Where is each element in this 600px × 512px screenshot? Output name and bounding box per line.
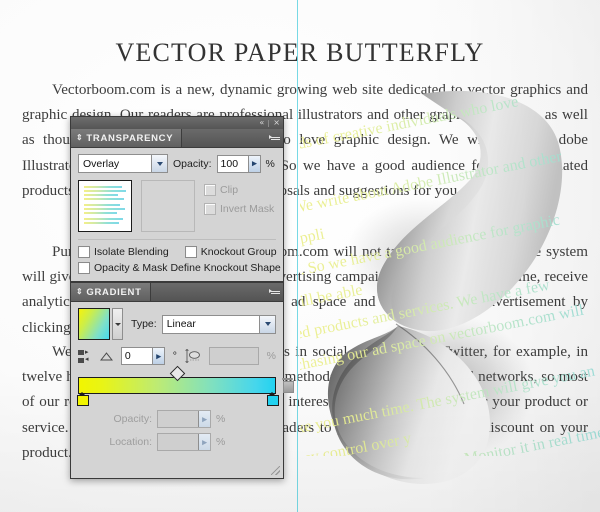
gradient-angle-input[interactable]: ▸ xyxy=(120,347,165,365)
chevron-down-icon[interactable] xyxy=(151,155,167,172)
knockout-group-checkbox[interactable]: Knockout Group xyxy=(184,246,277,258)
gradient-opacity-input[interactable]: ▸ xyxy=(157,410,211,428)
titlebar-divider xyxy=(268,119,270,127)
gradient-location-unit: % xyxy=(216,436,226,448)
gradient-stop-start[interactable] xyxy=(77,392,89,406)
butterfly-artwork xyxy=(292,88,600,488)
tab-gradient[interactable]: ⇕ GRADIENT xyxy=(71,283,151,301)
panel-stack: « × ⇕ TRANSPARENCY Overlay Opacity: 100 … xyxy=(70,116,294,479)
blend-opacity-row: Overlay Opacity: ▸ % xyxy=(78,154,276,173)
isolate-blending-checkbox[interactable]: Isolate Blending xyxy=(78,246,169,258)
resize-grip[interactable] xyxy=(271,466,280,475)
clip-checkbox[interactable]: Clip xyxy=(204,184,274,196)
tab-transparency-label: TRANSPARENCY xyxy=(86,132,174,144)
blend-mode-select[interactable]: Overlay xyxy=(78,154,168,173)
invert-mask-checkbox[interactable]: Invert Mask xyxy=(204,203,274,215)
invert-mask-label: Invert Mask xyxy=(220,203,275,215)
transparency-panel: ⇕ TRANSPARENCY Overlay Opacity: ▸ % xyxy=(70,129,284,282)
gradient-opacity-label: Opacity: xyxy=(113,413,152,425)
close-icon[interactable]: × xyxy=(273,119,280,127)
gradient-location-label: Location: xyxy=(109,436,152,448)
gradient-location-input[interactable]: ▸ xyxy=(157,433,211,451)
transparency-panel-menu-button[interactable] xyxy=(265,129,283,147)
gradient-swatch[interactable] xyxy=(78,308,110,340)
gradient-presets-chevron-icon[interactable] xyxy=(112,308,123,340)
collapse-panels-icon[interactable]: « xyxy=(259,119,264,127)
opacity-input[interactable]: ▸ xyxy=(216,154,261,173)
angle-icon xyxy=(99,351,113,360)
panel-menu-icon xyxy=(268,134,280,142)
opacity-mask-knockout-label: Opacity & Mask Define Knockout Shape xyxy=(94,262,281,274)
gradient-aspect-input[interactable] xyxy=(208,347,259,365)
knockout-group-label: Knockout Group xyxy=(200,246,277,258)
opacity-mask-knockout-checkbox-box[interactable] xyxy=(78,262,90,274)
gradient-opacity-row: Opacity: ▸ % xyxy=(78,410,276,428)
panel-expand-icon[interactable]: ⇕ xyxy=(76,288,83,296)
transparency-tab-row: ⇕ TRANSPARENCY xyxy=(71,129,283,148)
gradient-type-select[interactable]: Linear xyxy=(161,314,276,334)
opacity-mask-knockout-checkbox[interactable]: Opacity & Mask Define Knockout Shape xyxy=(78,262,281,274)
gradient-location-row: Location: ▸ % xyxy=(78,433,276,451)
isolate-blending-label: Isolate Blending xyxy=(94,246,169,258)
gradient-panel: ⇕ GRADIENT Type: Linear ▸ ◂ 0 ▸ ° % Opac… xyxy=(70,282,294,479)
panel-expand-icon[interactable]: ⇕ xyxy=(76,134,83,142)
opacity-stepper-icon[interactable]: ▸ xyxy=(248,155,260,172)
aspect-ratio-icon xyxy=(185,349,200,363)
gradient-angle-row: ▸ ◂ ▸ ° % xyxy=(78,347,276,365)
thumbnail-row: Clip Invert Mask xyxy=(78,180,276,240)
gradient-type-label: Type: xyxy=(131,318,157,330)
clip-checkbox-box[interactable] xyxy=(204,184,216,196)
object-thumbnail[interactable] xyxy=(78,180,132,232)
gradient-panel-body: Type: Linear ▸ ◂ ▸ xyxy=(71,302,294,478)
gradient-opacity-value[interactable] xyxy=(158,411,198,427)
mask-options: Clip Invert Mask xyxy=(204,180,274,215)
angle-stepper-icon[interactable]: ▸ xyxy=(152,348,164,364)
transparency-panel-body: Overlay Opacity: ▸ % xyxy=(71,148,283,281)
panel-menu-icon xyxy=(268,288,280,296)
opacity-unit: % xyxy=(265,157,275,170)
mask-thumbnail-slot[interactable] xyxy=(141,180,195,232)
opacity-label: Opacity: xyxy=(173,157,212,170)
panel-stack-titlebar[interactable]: « × xyxy=(70,116,284,129)
thumbnail-content xyxy=(79,181,131,231)
transparency-tab-filler xyxy=(182,129,265,147)
gradient-stop-end[interactable] xyxy=(267,392,279,406)
gradient-tab-row: ⇕ GRADIENT xyxy=(71,283,283,302)
aspect-unit: % xyxy=(266,350,276,362)
trash-icon[interactable] xyxy=(282,378,294,393)
angle-unit: ° xyxy=(172,350,177,362)
knockout-group-checkbox-box[interactable] xyxy=(184,246,197,258)
gradient-location-value[interactable] xyxy=(158,434,198,450)
butterfly-wing-svg xyxy=(327,90,563,484)
knockout-shape-row: Opacity & Mask Define Knockout Shape xyxy=(78,262,281,274)
gradient-panel-menu-button[interactable] xyxy=(265,283,283,301)
gradient-opacity-unit: % xyxy=(216,413,226,425)
gradient-type-row: Type: Linear xyxy=(78,308,276,340)
isolate-blending-checkbox-box[interactable] xyxy=(78,246,90,258)
tab-gradient-label: GRADIENT xyxy=(86,286,142,298)
chevron-down-icon[interactable] xyxy=(259,315,275,333)
vertical-guide-line xyxy=(297,0,298,512)
blending-options-row: Isolate Blending Knockout Group xyxy=(78,246,277,258)
blend-mode-value: Overlay xyxy=(79,155,151,172)
gradient-stop-fields: Opacity: ▸ % Location: ▸ % xyxy=(78,410,276,451)
page-title: VECTOR PAPER BUTTERFLY xyxy=(115,38,485,67)
gradient-location-stepper-icon[interactable]: ▸ xyxy=(197,434,210,450)
gradient-tab-filler xyxy=(150,283,265,301)
gradient-type-value: Linear xyxy=(162,315,259,333)
gradient-swatch-group xyxy=(78,308,123,340)
invert-mask-checkbox-box[interactable] xyxy=(204,203,216,215)
gradient-slider[interactable] xyxy=(77,365,294,406)
tab-transparency[interactable]: ⇕ TRANSPARENCY xyxy=(71,129,183,147)
reverse-gradient-icon[interactable]: ▸ ◂ xyxy=(78,349,92,363)
gradient-opacity-stepper-icon[interactable]: ▸ xyxy=(197,411,210,427)
gradient-angle-value[interactable] xyxy=(121,348,153,364)
opacity-value[interactable] xyxy=(217,155,249,172)
gradient-aspect-value[interactable] xyxy=(209,348,258,364)
clip-label: Clip xyxy=(220,184,239,196)
